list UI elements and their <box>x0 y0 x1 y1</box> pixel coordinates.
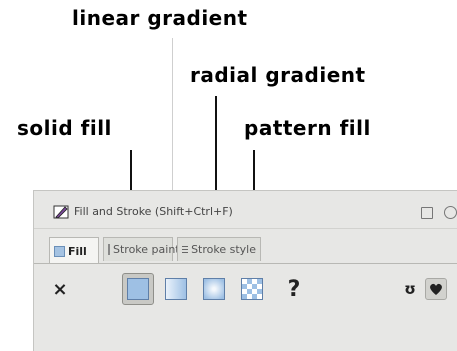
dialog-close-icon[interactable] <box>444 206 457 219</box>
tab-stroke-style[interactable]: Stroke style <box>177 237 261 261</box>
pattern-icon <box>241 278 263 300</box>
no-paint-button[interactable]: × <box>44 273 76 305</box>
flat-color-icon <box>127 278 149 300</box>
stroke-swatch-icon <box>108 244 110 255</box>
fill-swatch-icon <box>54 245 65 257</box>
pattern-button[interactable] <box>236 273 268 305</box>
nonzero-heart-icon <box>425 278 447 300</box>
radial-gradient-icon <box>203 278 225 300</box>
unset-paint-icon: ? <box>287 276 301 302</box>
annotation-pattern-fill: pattern fill <box>244 116 371 140</box>
dialog-titlebar: Fill and Stroke (Shift+Ctrl+F) <box>34 201 457 225</box>
titlebar-separator <box>34 228 457 229</box>
evenodd-icon: ʊ <box>404 280 416 298</box>
dialog-title: Fill and Stroke (Shift+Ctrl+F) <box>74 205 233 218</box>
tab-panel-border <box>34 263 457 264</box>
annotation-linear-gradient: linear gradient <box>72 6 248 30</box>
linear-gradient-button[interactable] <box>160 273 192 305</box>
dialog-expand-icon[interactable] <box>421 207 433 219</box>
stroke-style-icon <box>182 245 189 254</box>
flat-color-button[interactable] <box>122 273 154 305</box>
tab-stroke-paint-label: Stroke paint <box>113 243 180 256</box>
no-paint-icon: × <box>52 278 68 300</box>
fill-stroke-icon <box>53 204 71 220</box>
tab-fill-label: Fill <box>68 244 87 258</box>
annotation-radial-gradient: radial gradient <box>190 63 366 87</box>
unset-paint-button[interactable]: ? <box>278 273 310 305</box>
tab-stroke-paint[interactable]: Stroke paint <box>103 237 180 261</box>
fill-type-toolbar: × ? ʊ <box>34 273 457 313</box>
linear-gradient-icon <box>165 278 187 300</box>
tab-stroke-style-label: Stroke style <box>191 243 256 256</box>
annotation-solid-fill: solid fill <box>17 116 112 140</box>
fill-rule-nonzero-button[interactable] <box>420 273 452 305</box>
tab-fill[interactable]: Fill <box>49 237 99 264</box>
radial-gradient-button[interactable] <box>198 273 230 305</box>
fill-and-stroke-dialog: Fill and Stroke (Shift+Ctrl+F) Fill Stro… <box>33 190 457 351</box>
